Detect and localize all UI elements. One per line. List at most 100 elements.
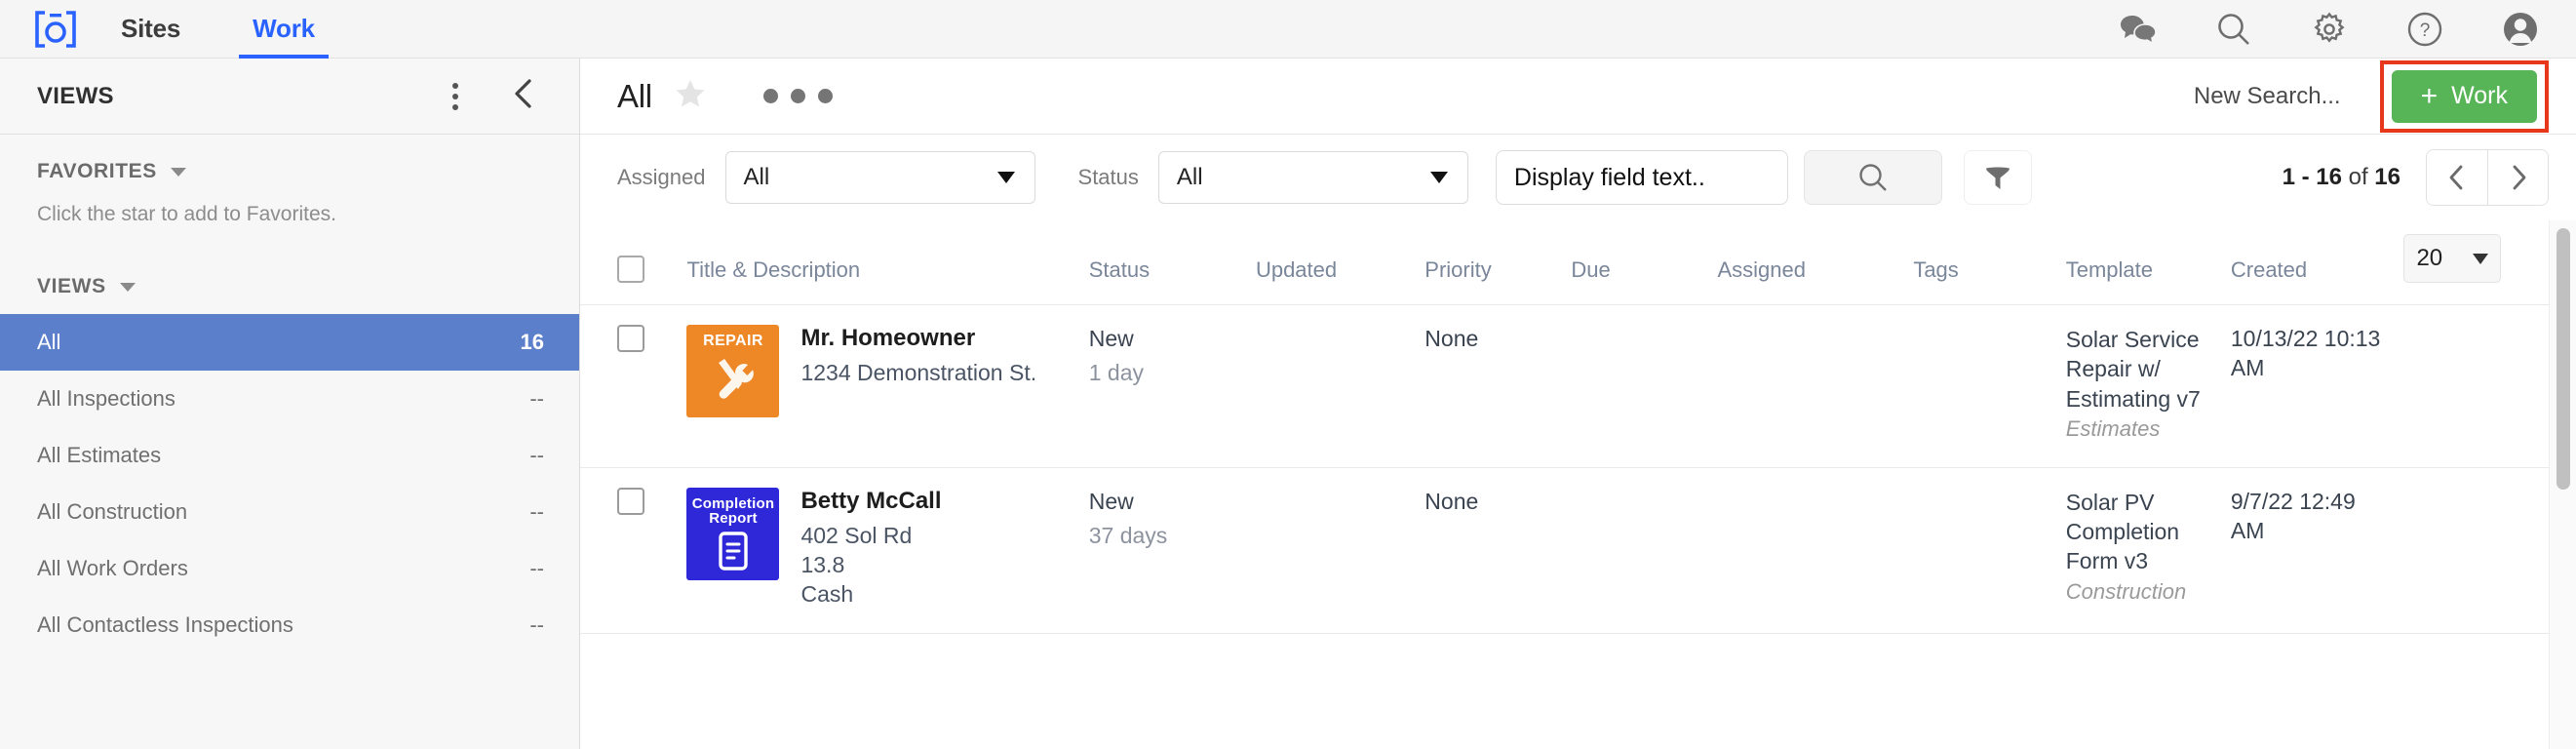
header-due[interactable]: Due — [1563, 220, 1710, 305]
search-button[interactable] — [1803, 150, 1942, 205]
sidebar-item-count: -- — [529, 499, 544, 524]
sidebar-item-count: 16 — [520, 330, 544, 354]
nav-icon-group: ? — [2118, 9, 2541, 50]
status-filter-select[interactable]: All — [1157, 151, 1468, 204]
page-more-options-icon[interactable] — [762, 89, 833, 103]
header-updated[interactable]: Updated — [1247, 220, 1418, 305]
sidebar-item-all[interactable]: All 16 — [0, 314, 579, 371]
sidebar-item-count: -- — [529, 612, 544, 637]
row-status-age: 1 day — [1088, 359, 1144, 385]
chevron-down-icon — [1429, 172, 1448, 183]
new-search-button[interactable]: New Search... — [2194, 83, 2341, 110]
table-row[interactable]: REPAIR Mr. Homeowner 1234 Demonstration … — [580, 304, 2549, 468]
pagination-total: 16 — [2374, 164, 2400, 190]
avatar-icon[interactable] — [2500, 9, 2541, 50]
row-tags-cell — [1905, 467, 2058, 634]
row-spacer-cell — [2396, 304, 2549, 468]
views-header[interactable]: VIEWS — [37, 275, 542, 298]
header-template[interactable]: Template — [2057, 220, 2223, 305]
views-list: All 16 All Inspections -- All Estimates … — [0, 314, 579, 653]
header-assigned[interactable]: Assigned — [1709, 220, 1906, 305]
add-work-button[interactable]: + Work — [2391, 69, 2537, 123]
row-title-cell: REPAIR Mr. Homeowner 1234 Demonstration … — [679, 304, 1081, 468]
pagination-summary: 1 - 16 of 16 — [2283, 164, 2400, 191]
search-icon[interactable] — [2213, 9, 2254, 50]
views-label: VIEWS — [37, 275, 106, 297]
sidebar-item-all-inspections[interactable]: All Inspections -- — [0, 371, 579, 427]
chat-icon[interactable] — [2118, 9, 2159, 50]
row-created-cell: 10/13/22 10:13 AM — [2222, 304, 2397, 468]
sidebar-title: VIEWS — [37, 82, 114, 109]
row-template-category: Estimates — [2065, 416, 2161, 442]
sidebar-item-label: All Contactless Inspections — [37, 612, 293, 637]
header-priority[interactable]: Priority — [1417, 220, 1564, 305]
display-field-text-input[interactable] — [1495, 150, 1788, 205]
row-subtitle-3: Cash — [800, 581, 854, 608]
row-name: Mr. Homeowner — [800, 325, 976, 351]
table-scrollbar[interactable] — [2549, 220, 2576, 749]
assigned-filter-select[interactable]: All — [724, 151, 1035, 204]
select-all-checkbox[interactable] — [617, 256, 644, 283]
sidebar-item-count: -- — [529, 443, 544, 467]
document-icon — [714, 531, 753, 576]
pagination-of: of — [2348, 164, 2368, 190]
row-priority: None — [1425, 488, 1479, 514]
row-checkbox[interactable] — [617, 487, 644, 515]
chevron-down-icon — [996, 172, 1015, 183]
main-header-actions: New Search... + Work — [2194, 59, 2576, 133]
row-select-cell — [580, 467, 680, 634]
row-spacer-cell — [2396, 467, 2549, 634]
table-row[interactable]: Completion Report Betty McCall 402 Sol R… — [580, 467, 2549, 634]
badge-label: Completion Report — [691, 494, 775, 528]
plus-icon: + — [2420, 79, 2439, 112]
header-status[interactable]: Status — [1080, 220, 1248, 305]
work-table-body: REPAIR Mr. Homeowner 1234 Demonstration … — [580, 304, 2549, 634]
header-title-description[interactable]: Title & Description — [679, 220, 1081, 305]
favorite-star-icon[interactable] — [674, 77, 707, 115]
sidebar-item-all-work-orders[interactable]: All Work Orders -- — [0, 540, 579, 597]
sidebar-item-all-construction[interactable]: All Construction -- — [0, 484, 579, 540]
row-created-cell: 9/7/22 12:49 AM — [2222, 467, 2397, 634]
row-created: 9/7/22 12:49 AM — [2230, 488, 2356, 543]
header-select-all — [580, 220, 680, 305]
row-assigned-cell — [1709, 304, 1906, 468]
row-created: 10/13/22 10:13 AM — [2230, 326, 2381, 380]
row-status: New — [1088, 326, 1134, 351]
sidebar-collapse-icon[interactable] — [503, 73, 544, 119]
app-body: VIEWS FAVORITES Click the star to add to… — [0, 59, 2576, 749]
page-size-select[interactable]: 20 — [2403, 234, 2502, 283]
row-template-category: Construction — [2065, 578, 2187, 604]
row-checkbox[interactable] — [617, 325, 644, 352]
pagination-prev-button[interactable] — [2427, 150, 2487, 205]
sidebar-more-options-icon[interactable] — [447, 77, 464, 116]
header-tags[interactable]: Tags — [1905, 220, 2058, 305]
favorites-header[interactable]: FAVORITES — [37, 160, 542, 183]
header-created[interactable]: Created — [2222, 220, 2397, 305]
views-section: VIEWS — [0, 226, 579, 298]
camera-logo[interactable] — [33, 10, 78, 49]
row-assigned-cell — [1709, 467, 1906, 634]
row-updated-cell — [1247, 304, 1418, 468]
sidebar-item-all-estimates[interactable]: All Estimates -- — [0, 427, 579, 484]
filter-funnel-button[interactable] — [1963, 150, 2032, 205]
gear-icon[interactable] — [2309, 9, 2350, 50]
chevron-down-icon — [170, 167, 186, 177]
sidebar: VIEWS FAVORITES Click the star to add to… — [0, 59, 580, 749]
sidebar-item-all-contactless-inspections[interactable]: All Contactless Inspections -- — [0, 597, 579, 653]
table-scrollbar-thumb[interactable] — [2556, 228, 2570, 490]
header-page-size: 20 — [2396, 220, 2549, 305]
row-due-cell — [1563, 467, 1710, 634]
pagination: 1 - 16 of 16 — [2283, 149, 2549, 206]
pagination-next-button[interactable] — [2487, 150, 2548, 205]
row-template: Solar PV Completion Form v3 — [2065, 489, 2180, 574]
nav-tab-sites[interactable]: Sites — [115, 0, 186, 59]
chevron-down-icon — [2473, 253, 2489, 264]
main-header: All New Search... + Work — [580, 59, 2576, 135]
sidebar-item-label: All Construction — [37, 499, 188, 524]
status-filter-value: All — [1176, 164, 1203, 190]
page-title: All — [617, 77, 652, 114]
help-icon[interactable]: ? — [2404, 9, 2445, 50]
repair-badge: REPAIR — [686, 325, 780, 417]
nav-tab-work[interactable]: Work — [239, 0, 329, 59]
row-status-cell: New 1 day — [1080, 304, 1248, 468]
